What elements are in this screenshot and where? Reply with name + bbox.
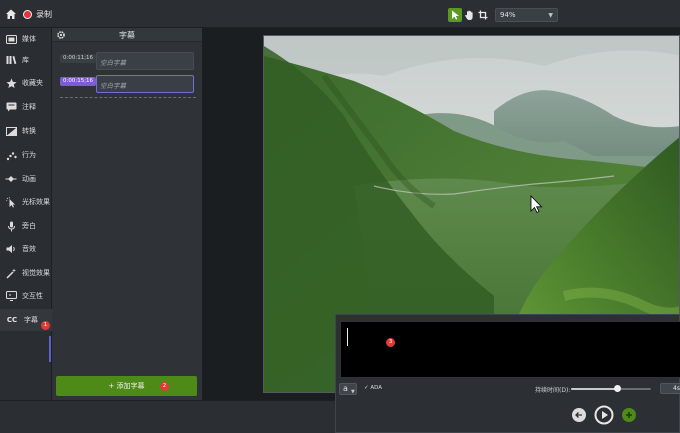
callout-badge-1: 1 bbox=[41, 321, 50, 330]
animation-icon bbox=[5, 173, 17, 185]
sidebar-item-label: 行为 bbox=[22, 151, 36, 159]
zoom-dropdown[interactable]: 94% ▼ bbox=[495, 8, 558, 22]
text-caret bbox=[347, 328, 348, 346]
sidebar-item-label: 动画 bbox=[22, 175, 36, 183]
duration-value-field[interactable]: 4s bbox=[660, 383, 680, 394]
caption-text-field[interactable]: 空白字幕 bbox=[96, 52, 194, 70]
sidebar-item-label: 交互性 bbox=[22, 292, 43, 300]
callout-badge-2: 2 bbox=[160, 382, 169, 391]
add-caption-icon[interactable] bbox=[622, 408, 636, 422]
chevron-down-icon: ▼ bbox=[548, 12, 553, 19]
top-toolbar: 录制 94% ▼ bbox=[0, 0, 680, 28]
crop-icon[interactable] bbox=[476, 8, 490, 22]
duration-slider-fill bbox=[571, 388, 618, 390]
captions-panel: 字幕 0:00:11;16 空白字幕 0:00:15;16 空白字幕 + 添加字… bbox=[52, 28, 202, 400]
cc-icon: CC bbox=[6, 316, 18, 324]
record-icon[interactable] bbox=[23, 10, 32, 19]
annotation-icon bbox=[5, 101, 17, 113]
magic-wand-icon bbox=[5, 267, 17, 279]
record-button-label[interactable]: 录制 bbox=[36, 9, 52, 20]
interactivity-icon bbox=[5, 290, 17, 302]
transition-icon bbox=[5, 125, 17, 137]
sidebar-item-interactivity[interactable]: 交互性 bbox=[0, 285, 52, 307]
library-icon bbox=[5, 54, 17, 66]
sidebar-item-captions[interactable]: CC 字幕 1 bbox=[0, 309, 52, 331]
sidebar-item-favorites[interactable]: 收藏夹 bbox=[0, 72, 52, 94]
caption-timestamp: 0:00:15;16 bbox=[60, 77, 97, 86]
play-caption-icon[interactable] bbox=[594, 405, 614, 425]
sidebar-scrollbar[interactable] bbox=[49, 336, 51, 362]
sidebar-item-visual-effects[interactable]: 视觉效果 bbox=[0, 262, 52, 284]
duration-slider-thumb[interactable] bbox=[614, 385, 622, 392]
add-caption-label: + 添加字幕 bbox=[108, 382, 145, 390]
zoom-value: 94% bbox=[500, 11, 516, 19]
caption-list-divider bbox=[60, 97, 196, 98]
caption-row[interactable]: 0:00:15;16 空白字幕 bbox=[60, 75, 194, 93]
sidebar-item-label: 注释 bbox=[22, 103, 36, 111]
previous-caption-icon[interactable] bbox=[572, 408, 586, 422]
sidebar-item-library[interactable]: 库 bbox=[0, 49, 52, 71]
caption-row[interactable]: 0:00:11;16 空白字幕 bbox=[60, 52, 194, 70]
sidebar-item-annotations[interactable]: 注释 bbox=[0, 96, 52, 118]
sidebar-item-label: 媒体 bbox=[22, 35, 36, 43]
ada-compliance-label[interactable]: ✓ ADA bbox=[364, 385, 382, 391]
caption-editor: 3 a ▼ ✓ ADA 持续时间(D): 4s bbox=[335, 314, 680, 433]
hand-pan-icon[interactable] bbox=[462, 8, 476, 22]
behavior-icon bbox=[5, 149, 17, 161]
panel-title: 字幕 bbox=[119, 31, 135, 40]
sidebar-item-transitions[interactable]: 转换 bbox=[0, 120, 52, 142]
star-icon bbox=[5, 77, 17, 89]
sidebar-item-label: 字幕 bbox=[24, 316, 38, 324]
sidebar-item-label: 视觉效果 bbox=[22, 269, 50, 277]
sidebar-item-label: 库 bbox=[22, 56, 29, 64]
font-style-button[interactable]: a ▼ bbox=[339, 383, 357, 395]
callout-badge-3: 3 bbox=[386, 338, 395, 347]
font-style-label: a bbox=[343, 384, 348, 393]
select-arrow-icon[interactable] bbox=[448, 8, 462, 22]
sidebar-item-animations[interactable]: 动画 bbox=[0, 168, 52, 190]
tools-sidebar: 媒体 库 收藏夹 注释 转换 行为 动画 光标效果 旁白 音效 视觉效果 交互性… bbox=[0, 28, 52, 400]
sidebar-item-label: 收藏夹 bbox=[22, 79, 43, 87]
home-icon[interactable] bbox=[5, 8, 17, 20]
sidebar-item-cursor-effects[interactable]: 光标效果 bbox=[0, 191, 52, 213]
caption-text-area[interactable]: 3 bbox=[340, 321, 680, 378]
duration-label: 持续时间(D): bbox=[535, 387, 571, 394]
sidebar-item-audio-effects[interactable]: 音效 bbox=[0, 238, 52, 260]
media-icon bbox=[5, 33, 17, 45]
caption-editor-toolbar: a ▼ ✓ ADA 持续时间(D): 4s bbox=[339, 381, 680, 397]
chevron-down-icon: ▼ bbox=[351, 389, 355, 395]
add-caption-button[interactable]: + 添加字幕 2 bbox=[56, 376, 197, 396]
speaker-icon bbox=[5, 243, 17, 255]
microphone-icon bbox=[5, 220, 17, 232]
sidebar-item-label: 旁白 bbox=[22, 222, 36, 230]
duration-slider[interactable] bbox=[571, 385, 651, 392]
caption-timestamp: 0:00:11;16 bbox=[60, 54, 97, 63]
captions-panel-header: 字幕 bbox=[52, 28, 202, 42]
sidebar-item-narration[interactable]: 旁白 bbox=[0, 215, 52, 237]
sidebar-item-behaviors[interactable]: 行为 bbox=[0, 144, 52, 166]
sidebar-item-label: 音效 bbox=[22, 245, 36, 253]
sidebar-item-label: 转换 bbox=[22, 127, 36, 135]
sidebar-item-media[interactable]: 媒体 bbox=[0, 28, 52, 50]
sidebar-item-label: 光标效果 bbox=[22, 198, 50, 206]
caption-text-field[interactable]: 空白字幕 bbox=[96, 75, 194, 93]
cursor-effect-icon bbox=[5, 196, 17, 208]
